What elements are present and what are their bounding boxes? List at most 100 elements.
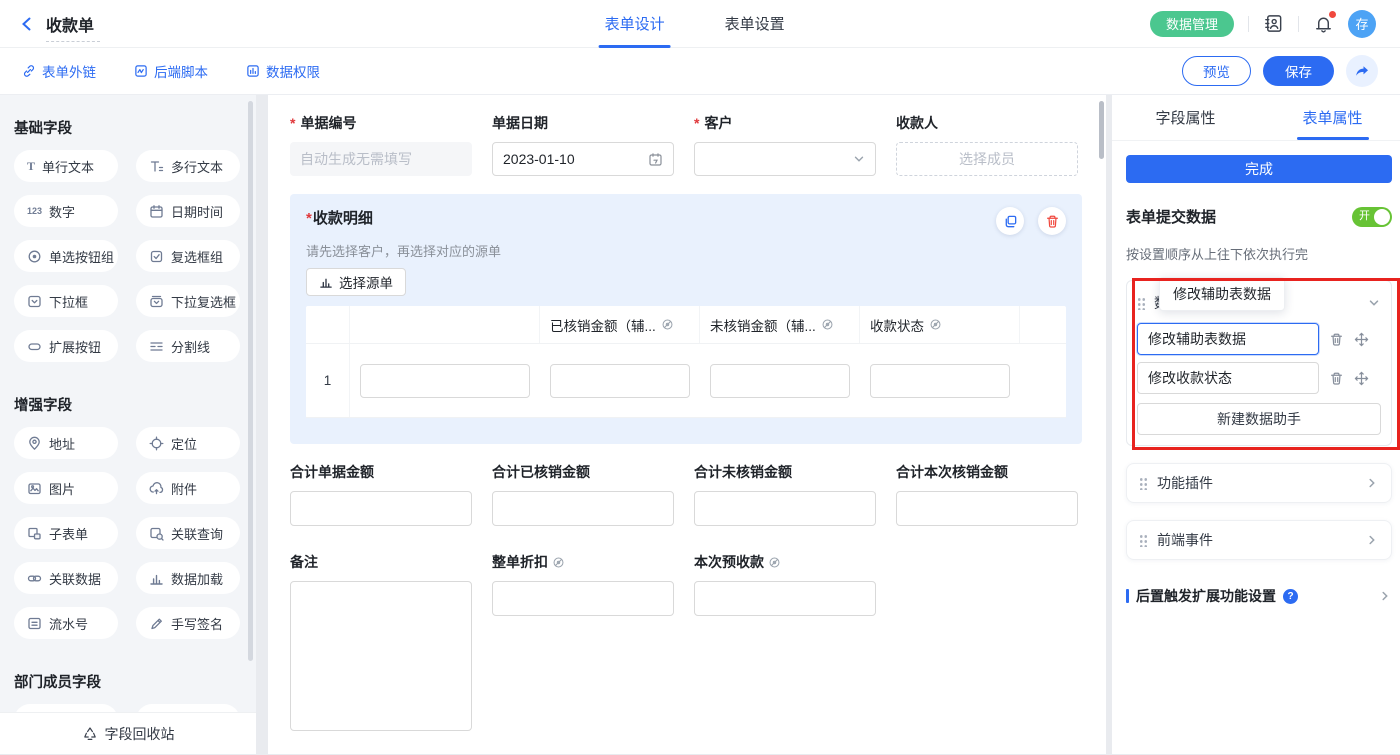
- total-input[interactable]: [896, 491, 1078, 526]
- field-pill-signature[interactable]: 手写签名: [136, 607, 240, 639]
- trash-icon[interactable]: [1329, 371, 1344, 386]
- payee-member-picker[interactable]: 选择成员: [896, 142, 1078, 176]
- tab-form-settings[interactable]: 表单设置: [725, 0, 785, 48]
- customer-select[interactable]: [694, 142, 876, 176]
- drag-handle-icon[interactable]: [1139, 534, 1148, 547]
- preview-button[interactable]: 预览: [1182, 56, 1251, 86]
- post-trigger-settings-row[interactable]: 后置触发扩展功能设置 ?: [1126, 586, 1392, 606]
- assistant-item-input[interactable]: 修改辅助表数据: [1137, 323, 1319, 355]
- external-link-action[interactable]: 表单外链: [22, 61, 96, 81]
- notifications-bell-icon[interactable]: [1313, 13, 1334, 34]
- field-pill-radio-group[interactable]: 单选按钮组: [14, 240, 118, 272]
- canvas-scrollbar[interactable]: [1099, 101, 1104, 159]
- chevron-down-icon[interactable]: [1367, 296, 1381, 310]
- help-icon[interactable]: ?: [1283, 589, 1298, 604]
- field-pill-checkbox-group[interactable]: 复选框组: [136, 240, 240, 272]
- tab-field-properties[interactable]: 字段属性: [1112, 95, 1259, 140]
- field-pill-multi-select[interactable]: 下拉复选框: [136, 285, 240, 317]
- move-icon[interactable]: [1354, 332, 1369, 347]
- move-icon[interactable]: [1354, 371, 1369, 386]
- discount-input[interactable]: [492, 581, 674, 616]
- field-prepay[interactable]: 本次预收款: [694, 552, 876, 731]
- new-data-assistant-button[interactable]: 新建数据助手: [1137, 403, 1381, 435]
- field-pill-divider[interactable]: 分割线: [136, 330, 240, 362]
- field-pill-relation-query[interactable]: 关联查询: [136, 517, 240, 549]
- field-pill-locate[interactable]: 定位: [136, 427, 240, 459]
- field-remark[interactable]: 备注: [290, 552, 472, 731]
- total-input[interactable]: [694, 491, 876, 526]
- field-discount[interactable]: 整单折扣: [492, 552, 674, 731]
- extra-row: 备注 整单折扣 本次预收款: [290, 552, 1082, 731]
- frontend-event-card[interactable]: 前端事件: [1126, 520, 1392, 560]
- tab-form-design[interactable]: 表单设计: [605, 0, 665, 48]
- avatar[interactable]: 存: [1348, 10, 1376, 38]
- field-pill-multi-text[interactable]: 多行文本: [136, 150, 240, 182]
- column-label: 收款状态: [870, 315, 924, 335]
- sidebar-scrollbar[interactable]: [248, 101, 253, 661]
- field-payee[interactable]: 收款人 选择成员: [896, 113, 1078, 176]
- data-manage-button[interactable]: 数据管理: [1150, 11, 1234, 37]
- backend-script-action[interactable]: 后端脚本: [134, 61, 208, 81]
- required-mark: *: [290, 115, 295, 131]
- calendar-icon: [648, 152, 663, 167]
- field-pill-number[interactable]: 123 数字: [14, 195, 118, 227]
- field-pill-subform[interactable]: 子表单: [14, 517, 118, 549]
- done-button[interactable]: 完成: [1126, 155, 1392, 183]
- back-icon[interactable]: [18, 15, 36, 33]
- doc-date-input[interactable]: 2023-01-10: [492, 142, 674, 176]
- cell-input[interactable]: [870, 364, 1010, 398]
- field-pill-attachment[interactable]: 附件: [136, 472, 240, 504]
- select-source-button[interactable]: 选择源单: [306, 268, 406, 296]
- doc-no-input[interactable]: 自动生成无需填写: [290, 142, 472, 176]
- field-customer[interactable]: *客户: [694, 113, 876, 176]
- drag-handle-icon[interactable]: [1137, 297, 1146, 310]
- eye-off-icon: [821, 318, 834, 331]
- select-source-label: 选择源单: [339, 272, 393, 292]
- contact-book-icon[interactable]: [1263, 13, 1284, 34]
- total-input[interactable]: [290, 491, 472, 526]
- col-header-written-off[interactable]: 已核销金额（辅...: [540, 306, 700, 343]
- col-header-unwritten-off[interactable]: 未核销金额（辅...: [700, 306, 860, 343]
- field-pill-single-text[interactable]: T 单行文本: [14, 150, 118, 182]
- cell-input[interactable]: [550, 364, 690, 398]
- total-input[interactable]: [492, 491, 674, 526]
- share-button[interactable]: [1346, 55, 1378, 87]
- field-pill-serial-number[interactable]: 流水号: [14, 607, 118, 639]
- field-doc-no[interactable]: *单据编号 自动生成无需填写: [290, 113, 472, 176]
- col-header-receipt-status[interactable]: 收款状态: [860, 306, 1020, 343]
- field-pill-select[interactable]: 下拉框: [14, 285, 118, 317]
- assistant-item-input[interactable]: 修改收款状态: [1137, 362, 1319, 394]
- cell-input[interactable]: [360, 364, 530, 398]
- remark-textarea[interactable]: [290, 581, 472, 731]
- submit-data-toggle[interactable]: 开: [1352, 207, 1392, 227]
- save-button[interactable]: 保存: [1263, 56, 1334, 86]
- field-pill-relation-data[interactable]: 关联数据: [14, 562, 118, 594]
- field-recycle-bin[interactable]: 字段回收站: [0, 712, 256, 754]
- plugin-card-label: 功能插件: [1157, 473, 1213, 493]
- page-title[interactable]: 收款单: [46, 18, 94, 35]
- field-pill-address[interactable]: 地址: [14, 427, 118, 459]
- field-pill-datetime[interactable]: 日期时间: [136, 195, 240, 227]
- field-doc-date[interactable]: 单据日期 2023-01-10: [492, 113, 674, 176]
- copy-section-button[interactable]: [996, 207, 1024, 235]
- field-total-written-off[interactable]: 合计已核销金额: [492, 462, 674, 526]
- section-title-basic-fields: 基础字段: [0, 109, 256, 150]
- delete-section-button[interactable]: [1038, 207, 1066, 235]
- tab-form-properties[interactable]: 表单属性: [1259, 95, 1400, 140]
- data-permission-action[interactable]: 数据权限: [246, 61, 320, 81]
- field-pill-member-multi[interactable]: 成员多选: [136, 704, 240, 712]
- field-pill-image[interactable]: 图片: [14, 472, 118, 504]
- field-total-unwritten-off[interactable]: 合计未核销金额: [694, 462, 876, 526]
- field-pill-data-load[interactable]: 数据加载: [136, 562, 240, 594]
- prepay-input[interactable]: [694, 581, 876, 616]
- field-pill-member-single[interactable]: 成员单选: [14, 704, 118, 712]
- trash-icon[interactable]: [1329, 332, 1344, 347]
- field-total-doc-amount[interactable]: 合计单据金额: [290, 462, 472, 526]
- drag-handle-icon[interactable]: [1139, 477, 1148, 490]
- field-total-current-written-off[interactable]: 合计本次核销金额: [896, 462, 1078, 526]
- field-pill-extend-button[interactable]: 扩展按钮: [14, 330, 118, 362]
- plugin-card[interactable]: 功能插件: [1126, 463, 1392, 503]
- receipt-detail-section[interactable]: *收款明细 请先选择客户，再选择对应的源单 选择源单: [290, 194, 1082, 444]
- accent-bar: [1126, 589, 1129, 603]
- cell-input[interactable]: [710, 364, 850, 398]
